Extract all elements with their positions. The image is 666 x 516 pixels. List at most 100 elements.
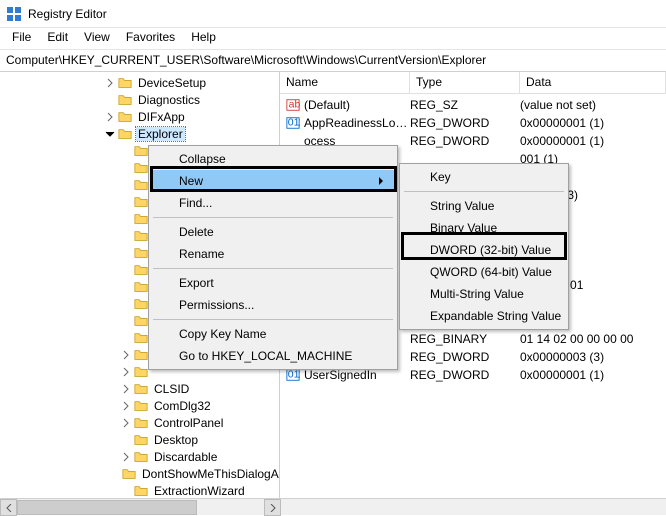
expand-icon[interactable] <box>120 264 132 276</box>
menu-item[interactable]: Binary Value <box>402 217 566 239</box>
scroll-left-button[interactable] <box>0 499 17 516</box>
expand-icon[interactable] <box>120 315 132 327</box>
expand-icon[interactable] <box>120 230 132 242</box>
expand-icon[interactable] <box>120 281 132 293</box>
value-type: REG_DWORD <box>410 368 520 382</box>
expand-icon[interactable] <box>120 332 132 344</box>
menu-item[interactable]: Multi-String Value <box>402 283 566 305</box>
tree-item[interactable]: DIFxApp <box>8 108 279 125</box>
menu-separator <box>153 268 393 269</box>
tree-item[interactable]: CLSID <box>8 380 279 397</box>
expand-icon[interactable] <box>104 77 116 89</box>
menu-item-label: Go to HKEY_LOCAL_MACHINE <box>179 349 352 363</box>
expand-icon[interactable] <box>104 94 116 106</box>
menu-item[interactable]: DWORD (32-bit) Value <box>402 239 566 261</box>
col-type[interactable]: Type <box>410 72 520 93</box>
folder-icon <box>134 484 148 498</box>
expand-icon[interactable] <box>120 213 132 225</box>
tree-item-label: ControlPanel <box>152 416 225 430</box>
value-row[interactable]: ab(Default)REG_SZ(value not set) <box>280 96 666 114</box>
menu-item-label: New <box>179 174 203 188</box>
value-row[interactable]: 011AppReadinessLo…REG_DWORD0x00000001 (1… <box>280 114 666 132</box>
tree-item[interactable]: ControlPanel <box>8 414 279 431</box>
expand-icon[interactable] <box>120 451 132 463</box>
tree-item[interactable]: Explorer <box>8 125 279 142</box>
tree-item[interactable]: DeviceSetup <box>8 74 279 91</box>
value-name: (Default) <box>304 98 350 112</box>
menu-bar: File Edit View Favorites Help <box>0 28 666 50</box>
tree-item[interactable]: Diagnostics <box>8 91 279 108</box>
menu-item-label: Copy Key Name <box>179 327 266 341</box>
list-header: Name Type Data <box>280 72 666 94</box>
expand-icon[interactable] <box>120 349 132 361</box>
menu-item[interactable]: Delete <box>151 221 395 243</box>
col-name[interactable]: Name <box>280 72 410 93</box>
tree-item-label: Diagnostics <box>136 93 202 107</box>
menu-item-label: Find... <box>179 196 212 210</box>
menu-item[interactable]: String Value <box>402 195 566 217</box>
menu-item[interactable]: Key <box>402 166 566 188</box>
tree-item[interactable]: Discardable <box>8 448 279 465</box>
tree-item-label: DontShowMeThisDialogAg <box>140 467 280 481</box>
menu-item[interactable]: QWORD (64-bit) Value <box>402 261 566 283</box>
value-icon: 011 <box>286 368 300 382</box>
tree-item[interactable]: DontShowMeThisDialogAg <box>8 465 279 482</box>
col-data[interactable]: Data <box>520 72 666 93</box>
menu-edit[interactable]: Edit <box>39 28 76 49</box>
expand-icon[interactable] <box>120 383 132 395</box>
expand-icon[interactable] <box>120 179 132 191</box>
scroll-thumb[interactable] <box>17 500 197 515</box>
expand-icon[interactable] <box>104 128 116 140</box>
folder-icon <box>134 263 148 277</box>
menu-view[interactable]: View <box>76 28 118 49</box>
menu-item-label: QWORD (64-bit) Value <box>430 265 552 279</box>
menu-favorites[interactable]: Favorites <box>118 28 183 49</box>
menu-item[interactable]: Go to HKEY_LOCAL_MACHINE <box>151 345 395 367</box>
menu-help[interactable]: Help <box>183 28 224 49</box>
menu-item[interactable]: Export <box>151 272 395 294</box>
address-bar[interactable]: Computer\HKEY_CURRENT_USER\Software\Micr… <box>0 50 666 72</box>
menu-item-label: Binary Value <box>430 221 497 235</box>
expand-icon[interactable] <box>120 145 132 157</box>
value-data: 0x00000001 (1) <box>520 368 666 382</box>
menu-item[interactable]: Expandable String Value <box>402 305 566 327</box>
menu-item[interactable]: Copy Key Name <box>151 323 395 345</box>
value-data: 0x00000003 (3) <box>520 350 666 364</box>
expand-icon[interactable] <box>120 400 132 412</box>
svg-text:011: 011 <box>288 369 300 381</box>
value-data: 0x00000001 (1) <box>520 116 666 130</box>
folder-icon <box>134 246 148 260</box>
svg-text:011: 011 <box>288 117 300 129</box>
menu-item[interactable]: Find... <box>151 192 395 214</box>
value-type: REG_BINARY <box>410 332 520 346</box>
folder-icon <box>134 365 148 379</box>
menu-item[interactable]: New <box>151 170 395 192</box>
menu-item[interactable]: Collapse <box>151 148 395 170</box>
tree-horizontal-scrollbar[interactable] <box>0 498 666 515</box>
menu-file[interactable]: File <box>4 28 39 49</box>
menu-separator <box>404 191 564 192</box>
expand-icon[interactable] <box>120 162 132 174</box>
tree-item[interactable]: ExtractionWizard <box>8 482 279 498</box>
scroll-right-button[interactable] <box>264 499 281 516</box>
tree-item[interactable]: Desktop <box>8 431 279 448</box>
menu-item[interactable]: Permissions... <box>151 294 395 316</box>
expand-icon[interactable] <box>120 298 132 310</box>
expand-icon[interactable] <box>120 247 132 259</box>
folder-icon <box>134 161 148 175</box>
expand-icon[interactable] <box>120 417 132 429</box>
tree-item[interactable]: ComDlg32 <box>8 397 279 414</box>
expand-icon[interactable] <box>120 485 132 497</box>
value-data: 0x00000001 (1) <box>520 134 666 148</box>
app-title: Registry Editor <box>28 7 107 21</box>
expand-icon[interactable] <box>120 196 132 208</box>
menu-item[interactable]: Rename <box>151 243 395 265</box>
expand-icon[interactable] <box>104 111 116 123</box>
folder-icon <box>134 195 148 209</box>
expand-icon[interactable] <box>120 434 132 446</box>
folder-icon <box>118 76 132 90</box>
context-menu-new: Key String Value Binary Value DWORD (32-bit… <box>399 163 569 330</box>
folder-icon <box>134 348 148 362</box>
expand-icon[interactable] <box>120 366 132 378</box>
menu-item-label: Export <box>179 276 214 290</box>
